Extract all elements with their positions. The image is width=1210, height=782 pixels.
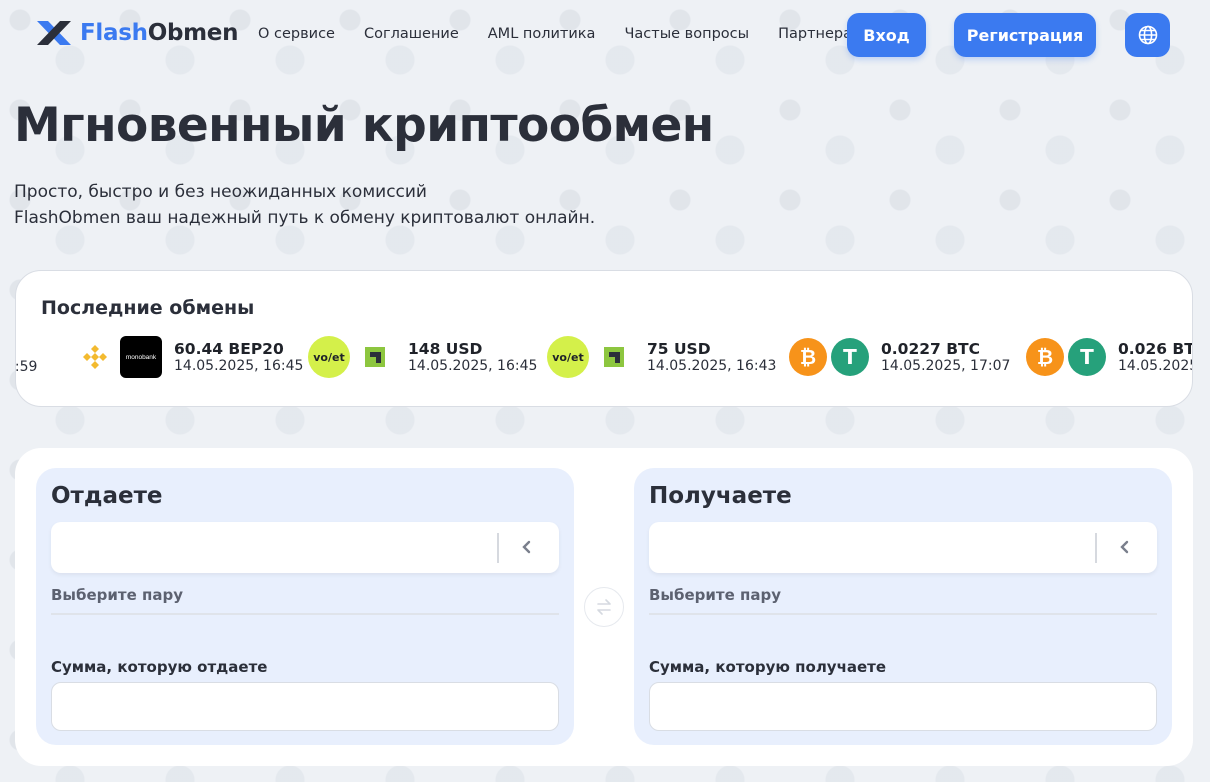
swap-button[interactable] — [584, 587, 624, 627]
hero-subtitle-line-1: Просто, быстро и без неожиданных комисси… — [14, 182, 427, 202]
volet-text: vo/et — [313, 350, 345, 364]
chevron-left-icon[interactable] — [1117, 538, 1131, 556]
exchange-item: monobank 60.44 BEP20 14.05.2025, 16:45 — [74, 333, 303, 381]
nav-link-agreement[interactable]: Соглашение — [364, 26, 459, 42]
login-button[interactable]: Вход — [847, 13, 926, 57]
register-button[interactable]: Регистрация — [954, 13, 1096, 57]
nav-link-aml[interactable]: AML политика — [488, 26, 596, 42]
exchange-item: ₿ T 0.026 BTC 14.05.2025 — [1026, 333, 1193, 381]
exchange-date: 14.05.2025, 16:43 — [647, 357, 777, 374]
select-divider — [1095, 533, 1097, 563]
exchange-date: 14.05.2025, 16:45 — [408, 357, 538, 374]
volet-text: vo/et — [552, 350, 584, 364]
chevron-left-icon[interactable] — [519, 538, 533, 556]
bitcoin-icon: ₿ — [789, 338, 827, 376]
privatbank-icon — [593, 336, 635, 378]
nav-link-faq[interactable]: Частые вопросы — [624, 26, 749, 42]
exchange-date: 14.05.2025, 17:07 — [881, 357, 1011, 374]
privatbank-icon — [354, 336, 396, 378]
receive-pair-hint: Выберите пару — [649, 586, 1157, 615]
monobank-icon: monobank — [120, 336, 162, 378]
page-title: Мгновенный криптообмен — [14, 98, 714, 153]
tether-icon: T — [1068, 338, 1106, 376]
receive-title: Получаете — [649, 483, 792, 509]
clipped-time: 6:59 — [16, 359, 38, 375]
volet-icon: vo/et — [547, 336, 589, 378]
logo-x-icon — [37, 21, 71, 45]
give-amount-input[interactable] — [51, 682, 559, 731]
select-divider — [497, 533, 499, 563]
nav-link-about[interactable]: О сервисе — [258, 26, 335, 42]
give-amount-label: Сумма, которую отдаете — [51, 658, 268, 676]
exchange-item: vo/et 148 USD 14.05.2025, 16:45 — [308, 333, 537, 381]
exchange-date: 14.05.2025 — [1118, 357, 1193, 374]
receive-currency-select[interactable] — [649, 522, 1157, 573]
exchange-amount: 148 USD — [408, 339, 483, 358]
give-title: Отдаете — [51, 483, 163, 509]
give-currency-select[interactable] — [51, 522, 559, 573]
bnb-icon — [74, 336, 116, 378]
recent-exchanges-card: Последние обмены 6:59 — [15, 270, 1193, 407]
tether-icon: T — [831, 338, 869, 376]
exchange-item: vo/et 75 USD 14.05.2025, 16:43 — [547, 333, 776, 381]
swap-icon — [597, 599, 611, 615]
give-pair-hint: Выберите пару — [51, 586, 559, 615]
logo-text: FlashObmen — [80, 20, 239, 46]
give-panel: Отдаете Выберите пару Сумма, которую отд… — [36, 468, 574, 745]
exchange-item: ₿ T 0.0227 BTC 14.05.2025, 17:07 — [789, 333, 1010, 381]
site-header: FlashObmen О сервисе Соглашение AML поли… — [0, 0, 1210, 70]
exchange-form: Отдаете Выберите пару Сумма, которую отд… — [15, 448, 1193, 766]
exchange-amount: 0.0227 BTC — [881, 339, 980, 358]
language-button[interactable] — [1125, 13, 1170, 57]
exchange-amount: 0.026 BTC — [1118, 339, 1192, 358]
globe-icon — [1138, 25, 1157, 45]
receive-panel: Получаете Выберите пару Сумма, которую п… — [634, 468, 1172, 745]
main-nav: О сервисе Соглашение AML политика Частые… — [258, 26, 892, 42]
volet-icon: vo/et — [308, 336, 350, 378]
recent-exchanges-ticker: 6:59 monobank — [16, 331, 1193, 383]
receive-amount-label: Сумма, которую получаете — [649, 658, 887, 676]
hero-subtitle-line-2: FlashObmen ваш надежный путь к обмену кр… — [14, 208, 596, 228]
exchange-amount: 75 USD — [647, 339, 711, 358]
exchange-amount: 60.44 BEP20 — [174, 339, 284, 358]
recent-exchanges-title: Последние обмены — [41, 297, 255, 319]
logo[interactable]: FlashObmen — [34, 17, 238, 49]
bitcoin-icon: ₿ — [1026, 338, 1064, 376]
exchange-date: 14.05.2025, 16:45 — [174, 357, 304, 374]
receive-amount-input[interactable] — [649, 682, 1157, 731]
monobank-text: monobank — [125, 353, 157, 361]
hero-subtitle: Просто, быстро и без неожиданных комисси… — [14, 179, 595, 231]
